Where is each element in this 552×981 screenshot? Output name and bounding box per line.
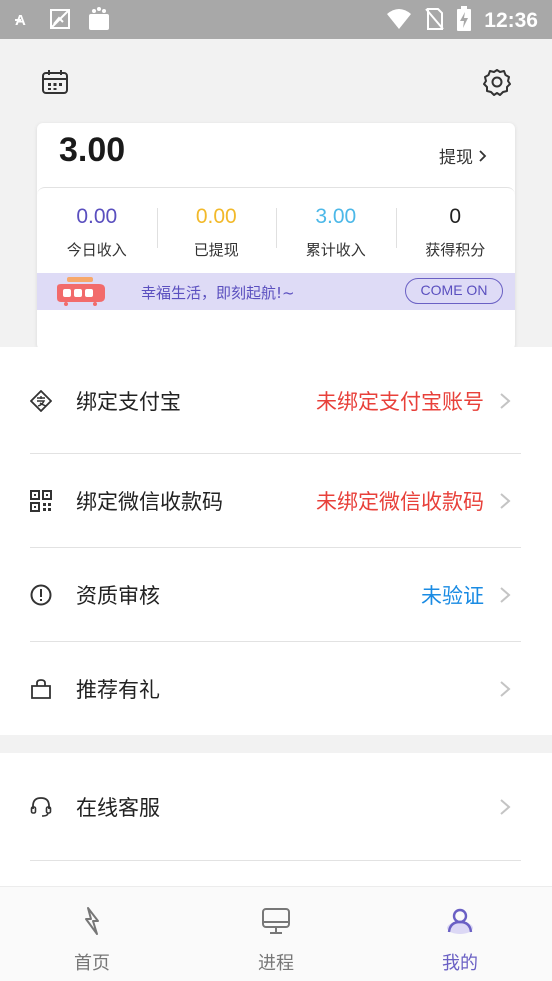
stat-label: 今日收入 xyxy=(66,241,127,259)
come-on-button[interactable]: COME ON xyxy=(405,278,503,304)
stat-today-income[interactable]: 0.00 今日收入 xyxy=(37,188,157,275)
monitor-icon xyxy=(262,908,290,934)
status-bar: A 12:36 xyxy=(0,0,552,39)
chevron-right-icon xyxy=(500,493,511,509)
menu-status: 未验证 xyxy=(421,584,484,608)
qrcode-icon xyxy=(29,489,53,513)
tab-label: 进程 xyxy=(258,953,294,974)
balance-amount: 3.00 xyxy=(59,131,126,169)
calendar-icon[interactable] xyxy=(39,66,71,98)
chevron-right-icon xyxy=(479,149,487,162)
stat-value: 3.00 xyxy=(315,205,357,228)
stat-value: 0.00 xyxy=(195,205,237,228)
earnings-card: 3.00 提现 0.00 今日收入 0.00 已提现 3.00 累计收入 0 获… xyxy=(37,123,515,350)
tab-label: 首页 xyxy=(74,953,110,974)
user-icon xyxy=(447,908,473,934)
clock-time: 12:36 xyxy=(484,9,538,32)
stat-total-income[interactable]: 3.00 累计收入 xyxy=(276,188,396,275)
menu-status: 未绑定微信收款码 xyxy=(316,490,484,514)
menu-label: 在线客服 xyxy=(76,796,160,820)
stat-withdrawn[interactable]: 0.00 已提现 xyxy=(156,188,277,275)
menu-label: 绑定支付宝 xyxy=(76,389,181,414)
menu-label: 绑定微信收款码 xyxy=(76,490,223,514)
stat-label: 获得积分 xyxy=(425,241,486,259)
menu-label: 推荐有礼 xyxy=(76,678,160,702)
divider xyxy=(30,860,521,861)
alert-circle-icon xyxy=(29,583,53,607)
profile-header: 3.00 提现 0.00 今日收入 0.00 已提现 3.00 累计收入 0 获… xyxy=(0,39,552,350)
lightning-icon xyxy=(85,907,99,935)
stat-label: 累计收入 xyxy=(305,241,366,259)
menu-label: 资质审核 xyxy=(76,584,160,608)
menu-item-bind-wechat[interactable]: 绑定微信收款码 未绑定微信收款码 xyxy=(0,454,552,548)
stat-value: 0 xyxy=(449,205,462,228)
bag-icon xyxy=(86,6,112,36)
stat-value: 0.00 xyxy=(76,205,118,228)
image-icon xyxy=(48,7,72,35)
menu-group-account: 绑定支付宝 未绑定支付宝账号 绑定微信收款码 未绑定微信收款码 资质审核 未验证… xyxy=(0,347,552,735)
banner-text: 幸福生活，即刻起航!~ xyxy=(141,284,295,302)
font-a-icon: A xyxy=(14,9,34,33)
tab-home[interactable]: 首页 xyxy=(0,887,184,981)
tab-label: 我的 xyxy=(442,953,478,974)
chevron-right-icon xyxy=(500,392,511,409)
bottom-tab-bar: 首页 进程 我的 xyxy=(0,886,552,981)
chevron-right-icon xyxy=(500,681,511,697)
wifi-icon xyxy=(386,8,412,34)
stat-points[interactable]: 0 获得积分 xyxy=(395,188,516,275)
tab-progress[interactable]: 进程 xyxy=(184,887,368,981)
menu-item-customer-service[interactable]: 在线客服 xyxy=(0,753,552,861)
rocket-icon xyxy=(53,277,109,311)
menu-item-referral[interactable]: 推荐有礼 xyxy=(0,642,552,736)
promo-banner[interactable]: 幸福生活，即刻起航!~ COME ON xyxy=(37,273,515,310)
chevron-right-icon xyxy=(500,799,511,815)
stat-label: 已提现 xyxy=(193,241,239,259)
chevron-right-icon xyxy=(500,587,511,603)
battery-charging-icon xyxy=(456,6,472,36)
stats-box: 0.00 今日收入 0.00 已提现 3.00 累计收入 0 获得积分 xyxy=(37,187,515,275)
withdraw-label: 提现 xyxy=(439,148,473,168)
withdraw-link[interactable]: 提现 xyxy=(439,143,487,168)
menu-item-bind-alipay[interactable]: 绑定支付宝 未绑定支付宝账号 xyxy=(0,347,552,454)
menu-status: 未绑定支付宝账号 xyxy=(316,389,484,414)
alipay-icon xyxy=(29,389,53,413)
shopping-bag-icon xyxy=(29,677,53,701)
no-sim-icon xyxy=(424,7,445,35)
settings-icon[interactable] xyxy=(481,66,513,98)
tab-mine[interactable]: 我的 xyxy=(368,887,552,981)
menu-group-support: 在线客服 xyxy=(0,753,552,886)
headset-icon xyxy=(29,795,53,819)
menu-item-qualification[interactable]: 资质审核 未验证 xyxy=(0,548,552,642)
